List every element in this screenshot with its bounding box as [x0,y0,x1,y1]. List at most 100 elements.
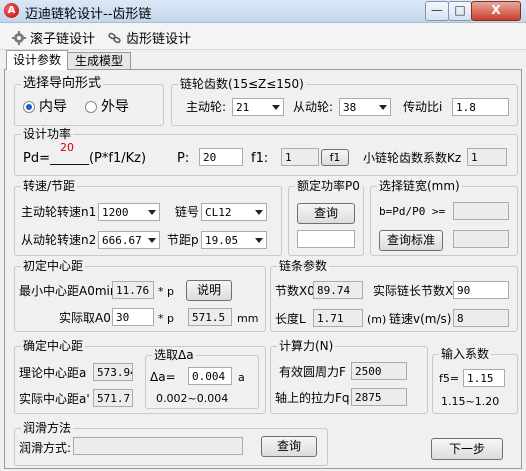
final-center-title: 确定中心距 [21,339,86,353]
lube-query-button[interactable]: 查询 [261,436,317,457]
initial-center-title: 初定中心距 [21,259,86,273]
x-label: 实际链长节数X [373,284,454,298]
menu-roller-chain[interactable]: 滚子链设计 [12,28,95,47]
force-fq-label: 轴上的拉力Fq [275,391,350,405]
next-step-button[interactable]: 下一步 [431,438,503,460]
window-title: 迈迪链轮设计--齿形链 [25,7,152,22]
lube-value [73,437,243,455]
driver-teeth-select[interactable]: 21 [232,98,284,116]
menu-bar: 滚子链设计 齿形链设计 [0,23,526,50]
x-input[interactable]: 90 [453,281,509,299]
rated-query-button[interactable]: 查询 [297,203,355,224]
tab-design-params[interactable]: 设计参数 [6,50,68,70]
coef-title: 输入系数 [439,347,492,361]
chevron-down-icon [255,238,263,243]
n2-label: 从动轮转速n2 [21,233,97,247]
force-title: 计算力(N) [277,339,336,353]
f1-value: 1 [281,148,319,166]
p-label: P: [177,151,190,166]
guide-group: 选择导向形式 内导 外导 [14,77,164,126]
f1-label: f1: [251,151,269,166]
chain-no-label: 链号 [175,205,200,219]
force-group: 计算力(N) 有效圆周力F 2500 轴上的拉力Fq 2875 [270,339,428,414]
menu-tooth-label: 齿形链设计 [126,32,192,47]
force-f-label: 有效圆周力F [279,365,346,379]
delta-a-unit: a [238,371,245,384]
ratio-label: 传动比i [403,100,443,114]
pitch-select[interactable]: 19.05 [201,231,267,249]
force-f-value: 2500 [351,362,407,380]
length-unit: (m) [367,313,387,326]
width-formula: b=Pd/P0 >= [379,205,446,218]
a0-unit: * p [158,312,174,325]
a0-mm-value: 571.5 [188,308,232,326]
chevron-down-icon [148,238,156,243]
speed-group: 转速/节距 主动轮转速n1 1200 链号 CL12 从动轮转速n2 666.6… [14,179,282,256]
n1-select[interactable]: 1200 [98,203,160,221]
menu-tooth-chain[interactable]: 齿形链设计 [108,28,192,47]
final-center-group: 确定中心距 理论中心距a 573.94 实际中心距a' 571.7 选取Δa Δ… [14,339,266,414]
kz-label: 小链轮齿数系数Kz [363,151,462,165]
chain-no-select[interactable]: CL12 [201,203,267,221]
f5-input[interactable]: 1.15 [463,369,505,387]
delta-a-input[interactable]: 0.004 [188,367,232,385]
a0min-unit: * p [158,285,174,298]
coef-group: 输入系数 f5= 1.15 1.15~1.20 [432,347,518,414]
speed-v-label: 链速v(m/s) [389,312,452,326]
rated-power-group: 额定功率P0 查询 [288,179,364,256]
delta-a-group: 选取Δa Δa= 0.004 a 0.002~0.004 [145,348,259,409]
theory-center-value: 573.94 [93,363,133,381]
a0-label: 实际取A0 [59,311,111,325]
app-logo-icon: A [4,3,19,18]
chain-params-title: 链条参数 [277,259,330,273]
minimize-button[interactable]: — [425,1,449,21]
x0-label: 节数X0 [275,284,315,298]
tab-generate-model[interactable]: 生成模型 [67,52,131,70]
width-value [453,202,509,220]
chevron-down-icon [148,210,156,215]
power-group: 设计功率 Pd=______ 20 (P*f1/Kz) P: 20 f1: 1 f1… [14,127,518,176]
width-query-button[interactable]: 查询标准 [379,230,443,251]
a0-input[interactable]: 30 [112,308,154,326]
power-title: 设计功率 [21,127,74,141]
outer-guide-label: 外导 [101,99,129,115]
chevron-down-icon [255,210,263,215]
inner-guide-radio[interactable] [23,101,35,113]
x0-value: 89.74 [313,281,363,299]
maximize-button[interactable]: □ [448,1,472,21]
n2-select[interactable]: 666.67 [98,231,160,249]
guide-title: 选择导向形式 [21,76,104,91]
rated-power-input[interactable] [297,230,355,248]
delta-a-title: 选取Δa [152,348,196,362]
driven-label: 从动轮: [293,100,334,114]
close-button[interactable]: X [471,1,521,21]
theory-center-label: 理论中心距a [19,366,87,380]
explain-button[interactable]: 说明 [186,280,232,301]
outer-guide-radio[interactable] [85,101,97,113]
f5-label: f5= [439,372,460,385]
pitch-label: 节距p [167,233,199,247]
title-bar[interactable]: A 迈迪链轮设计--齿形链 — □ X [0,0,526,23]
ratio-input[interactable]: 1.8 [452,98,509,116]
n1-label: 主动轮转速n1 [21,205,97,219]
initial-center-group: 初定中心距 最小中心距A0min 11.76 * p 说明 实际取A0 30 *… [14,259,266,332]
teeth-title: 链轮齿数(15≤Z≤150) [178,77,306,91]
rated-power-title: 额定功率P0 [295,179,362,193]
f1-button[interactable]: f1 [321,149,349,166]
actual-center-value: 571.7 [93,389,133,407]
inner-guide-label: 内导 [39,99,67,115]
driver-label: 主动轮: [186,100,227,114]
kz-value: 1 [467,148,507,166]
chevron-down-icon [379,105,387,110]
a0-mm-unit: mm [237,312,259,325]
speed-v-value: 8 [453,309,509,327]
speed-title: 转速/节距 [21,179,78,193]
p-input[interactable]: 20 [199,148,243,166]
delta-a-label: Δa= [150,370,176,384]
force-fq-value: 2875 [351,388,407,406]
length-label: 长度L [275,312,306,326]
chain-icon [108,32,121,44]
a0min-value: 11.76 [112,281,154,299]
driven-teeth-select[interactable]: 38 [339,98,391,116]
chain-width-group: 选择链宽(mm) b=Pd/P0 >= 查询标准 [370,179,518,256]
